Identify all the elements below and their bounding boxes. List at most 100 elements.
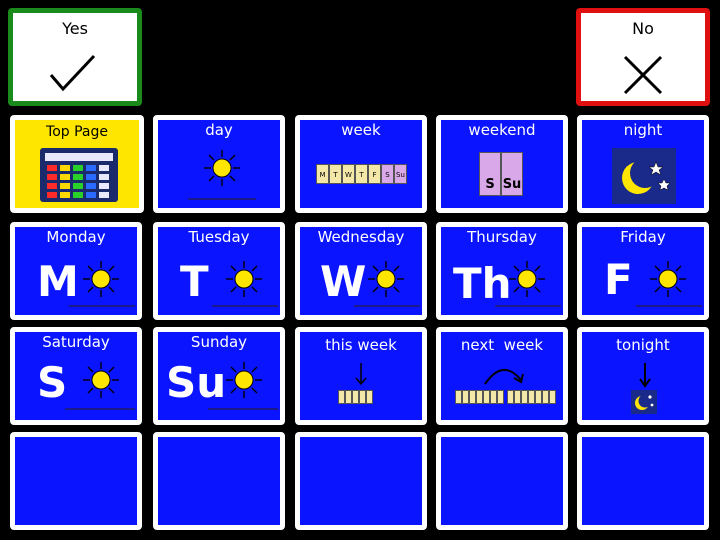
thursday-button[interactable]: Thursday Th [436, 222, 568, 320]
week-day-cell [352, 390, 359, 404]
week-day-cell [366, 390, 373, 404]
day-underline [188, 198, 256, 200]
down-arrow-icon [639, 363, 651, 388]
thursday-label: Thursday [467, 228, 537, 246]
empty-cell[interactable] [153, 432, 285, 530]
saturday-underline [65, 408, 135, 410]
tuesday-letter: T [180, 257, 209, 306]
empty-cell[interactable] [436, 432, 568, 530]
night-button[interactable]: night [577, 115, 709, 213]
yes-button[interactable]: Yes [8, 8, 142, 106]
sun-icon [81, 259, 121, 299]
yes-label: Yes [62, 19, 88, 38]
tuesday-button[interactable]: Tuesday T [153, 222, 285, 320]
checkmark-icon [49, 54, 96, 92]
week-day-cell [462, 390, 469, 404]
weekend-day-cell: Su [501, 152, 523, 196]
week-day-cell [497, 390, 504, 404]
thursday-letter: Th [453, 259, 512, 308]
week-day-cell [455, 390, 462, 404]
next-week-button[interactable]: next week [436, 327, 568, 425]
empty-cell[interactable] [10, 432, 142, 530]
sun-icon [81, 360, 121, 400]
weekend-calendar: S Su [479, 152, 523, 196]
week-day-cell: T [329, 164, 342, 184]
keyboard-grid-icon [40, 148, 118, 202]
week-day-cell [549, 390, 556, 404]
monday-button[interactable]: Monday M [10, 222, 142, 320]
week-day-cell [514, 390, 521, 404]
moon-stars-icon [631, 390, 657, 414]
friday-letter: F [604, 255, 633, 304]
week-day-cell: W [342, 164, 355, 184]
week-label: week [341, 121, 381, 139]
tuesday-label: Tuesday [188, 228, 250, 246]
wednesday-letter: W [320, 257, 367, 306]
tonight-button[interactable]: tonight [577, 327, 709, 425]
week-day-cell [521, 390, 528, 404]
empty-cell[interactable] [295, 432, 427, 530]
wednesday-label: Wednesday [317, 228, 405, 246]
empty-cell[interactable] [577, 432, 709, 530]
saturday-label: Saturday [42, 333, 110, 351]
sun-icon [202, 148, 242, 188]
week-day-cell: F [368, 164, 381, 184]
wednesday-button[interactable]: Wednesday W [295, 222, 427, 320]
no-label: No [632, 19, 654, 38]
sunday-button[interactable]: Sunday Su [153, 327, 285, 425]
week-day-cell [542, 390, 549, 404]
this-week-button[interactable]: this week [295, 327, 427, 425]
sunday-underline [208, 408, 278, 410]
wednesday-underline [354, 305, 420, 307]
day-label: day [205, 121, 233, 139]
this-week-label: this week [325, 336, 397, 354]
night-label: night [623, 121, 663, 139]
day-button[interactable]: day [153, 115, 285, 213]
sun-icon [648, 259, 688, 299]
week-day-cell: S [381, 164, 394, 184]
weekend-label: weekend [468, 121, 536, 139]
sun-icon [224, 360, 264, 400]
next-week-calendar-strip-1 [455, 390, 504, 404]
saturday-button[interactable]: Saturday S [10, 327, 142, 425]
this-week-calendar-strip [338, 390, 373, 404]
tuesday-underline [212, 305, 278, 307]
next-week-label: next week [460, 336, 544, 354]
next-week-calendar-strip-2 [507, 390, 556, 404]
top-page-button[interactable]: Top Page [10, 115, 144, 213]
friday-underline [636, 305, 702, 307]
week-day-cell: T [355, 164, 368, 184]
week-day-cell: Su [394, 164, 407, 184]
week-day-cell [469, 390, 476, 404]
week-day-cell [359, 390, 366, 404]
tonight-label: tonight [616, 336, 670, 354]
weekend-button[interactable]: weekend S Su [436, 115, 568, 213]
sun-icon [507, 259, 547, 299]
week-day-cell [535, 390, 542, 404]
x-mark-icon [623, 55, 663, 95]
week-day-cell: M [316, 164, 329, 184]
monday-letter: M [37, 257, 79, 306]
week-day-cell [483, 390, 490, 404]
sunday-label: Sunday [190, 333, 248, 351]
down-arrow-icon [355, 363, 367, 386]
friday-button[interactable]: Friday F [577, 222, 709, 320]
week-day-cell [528, 390, 535, 404]
week-day-cell [507, 390, 514, 404]
sunday-letter: Su [166, 358, 227, 407]
top-page-label: Top Page [46, 124, 108, 140]
week-button[interactable]: week M T W T F S Su [295, 115, 427, 213]
no-button[interactable]: No [576, 8, 710, 106]
week-day-cell [476, 390, 483, 404]
curved-arrow-icon [484, 369, 524, 385]
moon-stars-icon [612, 148, 676, 204]
sun-icon [224, 259, 264, 299]
thursday-underline [495, 305, 561, 307]
monday-label: Monday [46, 228, 106, 246]
week-calendar-strip: M T W T F S Su [316, 164, 407, 184]
week-day-cell [338, 390, 345, 404]
sun-icon [366, 259, 406, 299]
week-day-cell [490, 390, 497, 404]
weekend-day-cell: S [479, 152, 501, 196]
saturday-letter: S [37, 358, 68, 407]
